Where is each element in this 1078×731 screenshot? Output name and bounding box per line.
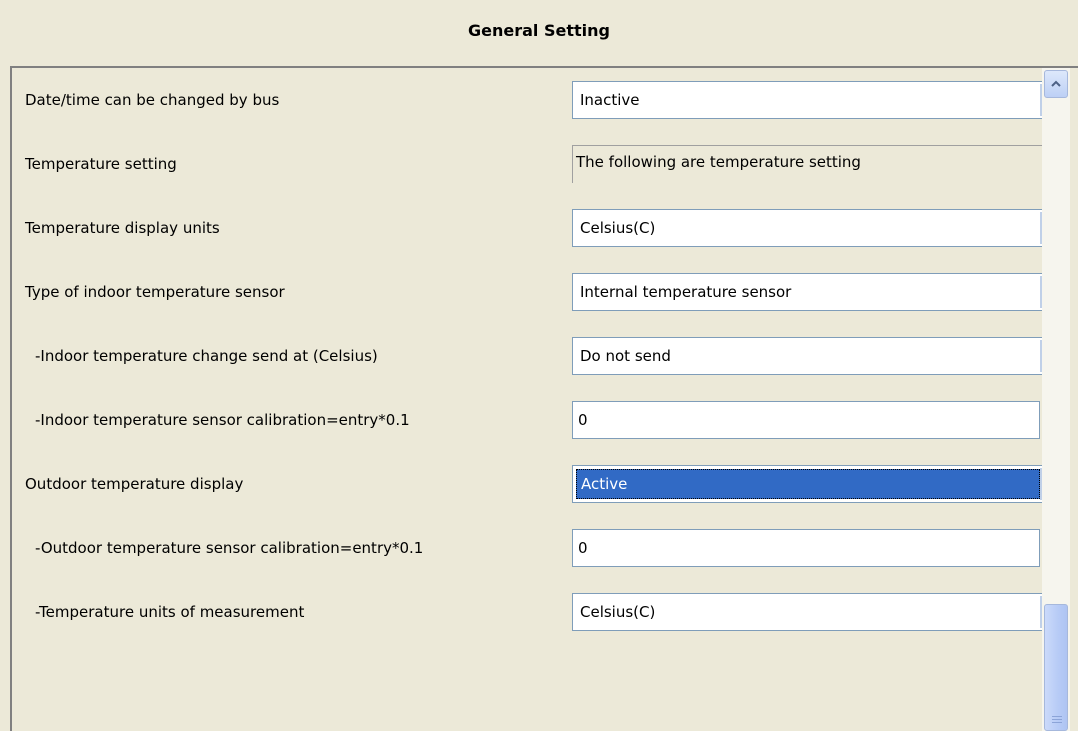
temperature-setting-info: The following are temperature setting — [572, 145, 1042, 183]
settings-list: Date/time can be changed by bus Inactive… — [12, 68, 1042, 731]
setting-row-datetime-bus: Date/time can be changed by bus Inactive — [12, 81, 1042, 121]
setting-row-display-units: Temperature display units Celsius(C) — [12, 209, 1042, 249]
select-value: Do not send — [580, 347, 671, 365]
outdoor-calibration-input[interactable]: 0 — [572, 529, 1040, 567]
setting-row-outdoor-display: Outdoor temperature display Active — [12, 465, 1042, 505]
header: General Setting — [0, 0, 1078, 66]
outdoor-display-select[interactable]: Active — [572, 465, 1042, 503]
setting-label: Temperature setting — [25, 155, 177, 173]
setting-label: -Indoor temperature sensor calibration=e… — [35, 411, 410, 429]
settings-panel: Date/time can be changed by bus Inactive… — [10, 66, 1078, 731]
scroll-up-button[interactable] — [1044, 70, 1068, 98]
grip-icon — [1052, 716, 1062, 724]
setting-row-indoor-sensor-type: Type of indoor temperature sensor Intern… — [12, 273, 1042, 313]
setting-label: Outdoor temperature display — [25, 475, 244, 493]
units-of-measurement-select[interactable]: Celsius(C) — [572, 593, 1042, 631]
setting-label: Temperature display units — [25, 219, 220, 237]
setting-row-temperature-setting: Temperature setting The following are te… — [12, 145, 1042, 185]
chevron-up-icon — [1051, 80, 1061, 87]
indoor-calibration-input[interactable]: 0 — [572, 401, 1040, 439]
select-value: Internal temperature sensor — [580, 283, 792, 301]
vertical-scrollbar[interactable] — [1042, 68, 1070, 731]
input-value: 0 — [578, 539, 588, 557]
datetime-bus-select[interactable]: Inactive — [572, 81, 1042, 119]
setting-row-indoor-change-send: -Indoor temperature change send at (Cels… — [12, 337, 1042, 377]
setting-row-outdoor-calibration: -Outdoor temperature sensor calibration=… — [12, 529, 1042, 569]
readonly-value: The following are temperature setting — [576, 153, 861, 171]
select-value: Celsius(C) — [580, 219, 656, 237]
select-value: Celsius(C) — [580, 603, 656, 621]
display-units-select[interactable]: Celsius(C) — [572, 209, 1042, 247]
setting-label: -Outdoor temperature sensor calibration=… — [35, 539, 424, 557]
page-title: General Setting — [468, 21, 610, 40]
indoor-change-send-select[interactable]: Do not send — [572, 337, 1042, 375]
setting-row-indoor-calibration: -Indoor temperature sensor calibration=e… — [12, 401, 1042, 441]
setting-label: Type of indoor temperature sensor — [25, 283, 285, 301]
setting-label: -Temperature units of measurement — [35, 603, 305, 621]
select-value: Active — [581, 475, 628, 493]
setting-row-units-of-measurement: -Temperature units of measurement Celsiu… — [12, 593, 1042, 633]
indoor-sensor-type-select[interactable]: Internal temperature sensor — [572, 273, 1042, 311]
scroll-thumb[interactable] — [1044, 604, 1068, 731]
setting-label: -Indoor temperature change send at (Cels… — [35, 347, 378, 365]
setting-label: Date/time can be changed by bus — [25, 91, 280, 109]
select-value: Inactive — [580, 91, 640, 109]
input-value: 0 — [578, 411, 588, 429]
